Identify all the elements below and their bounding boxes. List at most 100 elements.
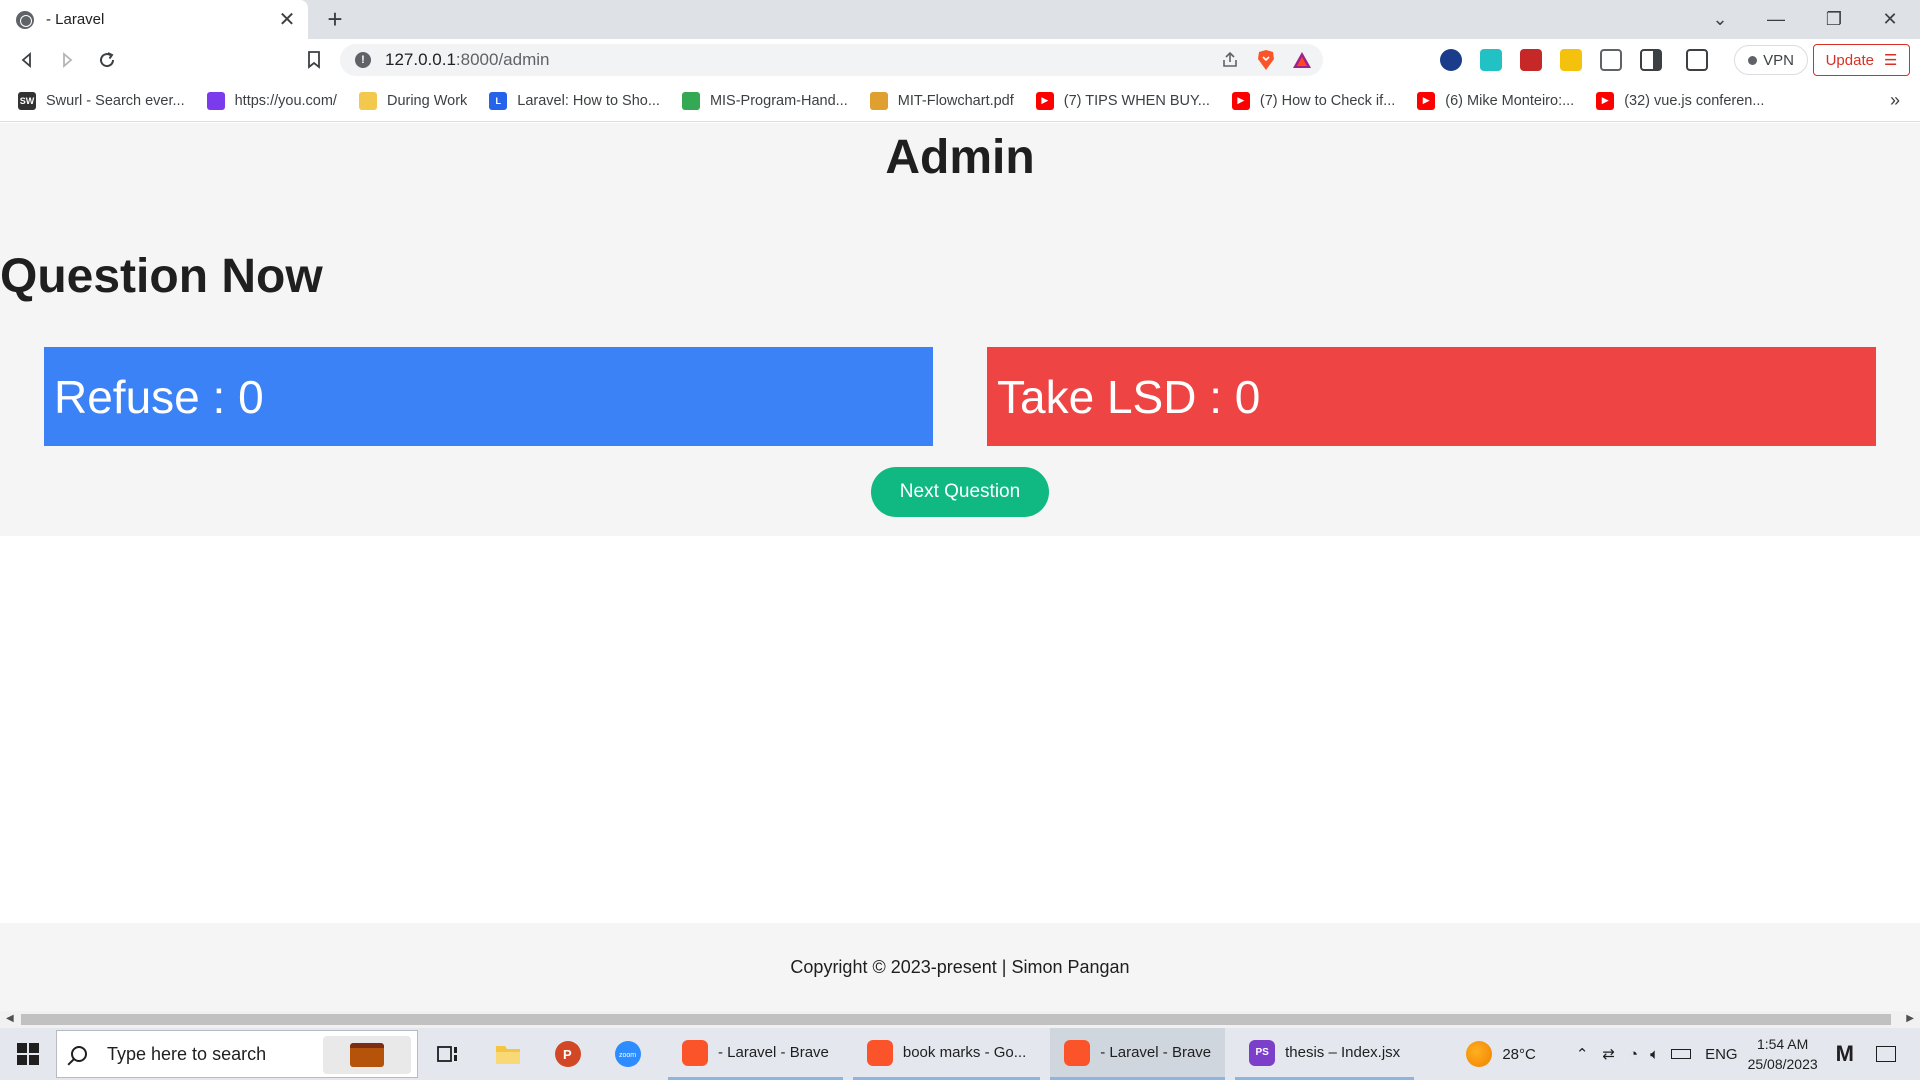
wallet-icon[interactable] xyxy=(1686,49,1708,71)
reload-button[interactable] xyxy=(90,43,124,77)
browser-tab-strip: - Laravel ✕ + ⌄ — ❐ ✕ xyxy=(0,0,1920,39)
vpn-button[interactable]: VPN xyxy=(1734,45,1808,75)
clock-date: 25/08/2023 xyxy=(1747,1056,1818,1072)
bookmark-page-button[interactable] xyxy=(297,43,331,77)
bookmark-item[interactable]: MIS-Program-Hand... xyxy=(681,91,848,110)
clock[interactable]: 1:54 AM 25/08/2023 xyxy=(1748,1034,1818,1074)
bookmark-item[interactable]: SW Swurl - Search ever... xyxy=(18,91,185,110)
bookmark-label: During Work xyxy=(386,92,468,109)
language-indicator[interactable]: ENG xyxy=(1705,1046,1738,1063)
new-tab-button[interactable]: + xyxy=(320,4,350,34)
globe-icon xyxy=(16,10,34,29)
bookmark-label: (6) Mike Monteiro:... xyxy=(1445,92,1575,109)
extension-chat-icon[interactable] xyxy=(1480,49,1502,71)
bookmark-item[interactable]: ▶ (7) TIPS WHEN BUY... xyxy=(1035,91,1210,110)
update-button[interactable]: Update ☰ xyxy=(1813,44,1910,76)
next-question-button[interactable]: Next Question xyxy=(871,467,1049,517)
question-heading: Question Now xyxy=(0,250,323,303)
you-com-icon xyxy=(206,91,225,110)
brave-rewards-icon[interactable] xyxy=(1287,45,1317,75)
bookmark-label: MIT-Flowchart.pdf xyxy=(897,92,1014,109)
weather-icon[interactable] xyxy=(1466,1041,1493,1067)
bookmark-label: Swurl - Search ever... xyxy=(46,92,185,109)
url-path: :8000/admin xyxy=(455,50,550,69)
brave-shields-icon[interactable] xyxy=(1251,45,1281,75)
show-hidden-icons-chevron-icon[interactable]: ⌃ xyxy=(1576,1045,1589,1063)
windows-taskbar: Type here to search P zoom - Laravel - B… xyxy=(0,1028,1920,1080)
taskbar-app-label: book marks - Go... xyxy=(902,1044,1027,1061)
minimize-icon[interactable]: — xyxy=(1748,0,1804,39)
bookmark-label: https://you.com/ xyxy=(234,92,337,109)
bookmark-item[interactable]: ▶ (6) Mike Monteiro:... xyxy=(1417,91,1575,110)
extension-heart-icon[interactable] xyxy=(1440,49,1462,71)
bookmark-item[interactable]: https://you.com/ xyxy=(206,91,337,110)
transfer-arrows-icon[interactable]: ⇄ xyxy=(1602,1045,1615,1063)
bookmark-item[interactable]: ▶ (7) How to Check if... xyxy=(1231,91,1395,110)
myasus-icon[interactable]: M xyxy=(1836,1041,1854,1067)
taskbar-app-label: thesis – Index.jsx xyxy=(1285,1044,1401,1061)
extension-docs-icon[interactable] xyxy=(1560,49,1582,71)
taskbar-app[interactable]: - Laravel - Brave xyxy=(668,1028,843,1080)
restore-icon[interactable]: ❐ xyxy=(1806,0,1862,39)
taskbar-search-placeholder: Type here to search xyxy=(107,1043,267,1064)
bookmark-item[interactable]: ▶ (32) vue.js conferen... xyxy=(1596,91,1764,110)
scroll-left-icon[interactable]: ◀ xyxy=(6,1013,14,1024)
volume-icon[interactable]: 🔈︎ xyxy=(1650,1046,1659,1063)
sidebar-toggle-icon[interactable] xyxy=(1640,49,1662,71)
site-info-icon[interactable]: ! xyxy=(355,52,371,68)
back-button[interactable] xyxy=(10,43,44,77)
youtube-icon: ▶ xyxy=(1035,91,1054,110)
share-icon[interactable] xyxy=(1215,45,1245,75)
file-explorer-icon[interactable] xyxy=(478,1028,538,1080)
bookmark-label: MIS-Program-Hand... xyxy=(709,92,848,109)
youtube-icon: ▶ xyxy=(1417,91,1436,110)
page-title: Admin xyxy=(885,131,1035,184)
wifi-icon[interactable]: ◔ xyxy=(1629,1046,1638,1063)
powerpoint-icon[interactable]: P xyxy=(538,1028,598,1080)
taskbar-app-label: - Laravel - Brave xyxy=(718,1044,829,1061)
tab-title: - Laravel xyxy=(46,11,105,28)
horizontal-scrollbar[interactable]: ◀ ▶ xyxy=(0,1011,1920,1028)
take-lsd-count-box: Take LSD : 0 xyxy=(987,347,1876,446)
forward-button[interactable] xyxy=(50,43,84,77)
taskbar-app[interactable]: book marks - Go... xyxy=(852,1028,1041,1080)
youtube-icon: ▶ xyxy=(1231,91,1250,110)
page-content: Admin Question Now Refuse : 0 Take LSD :… xyxy=(0,123,1920,1011)
window-close-icon[interactable]: ✕ xyxy=(1862,0,1918,39)
google-drive-icon xyxy=(681,91,700,110)
taskbar-app[interactable]: PS thesis – Index.jsx xyxy=(1235,1028,1415,1080)
taskbar-app[interactable]: - Laravel - Brave xyxy=(1050,1028,1226,1080)
task-view-icon[interactable] xyxy=(418,1028,478,1080)
bookmarks-overflow-icon[interactable]: » xyxy=(1890,90,1900,111)
bookmark-item[interactable]: MIT-Flowchart.pdf xyxy=(869,91,1014,110)
weather-temp[interactable]: 28°C xyxy=(1502,1046,1536,1063)
bookmark-item[interactable]: During Work xyxy=(358,91,468,110)
extensions-puzzle-icon[interactable] xyxy=(1600,49,1622,71)
vpn-status-dot xyxy=(1748,55,1758,65)
brave-icon xyxy=(1064,1039,1091,1066)
swurl-icon: SW xyxy=(18,91,36,110)
tab-search-chevron-icon[interactable]: ⌄ xyxy=(1692,0,1748,39)
zoom-icon[interactable]: zoom xyxy=(598,1028,658,1080)
notifications-icon[interactable] xyxy=(1876,1046,1896,1062)
scrollbar-thumb[interactable] xyxy=(21,1014,1891,1025)
url-text[interactable]: 127.0.0.1:8000/admin xyxy=(385,50,1215,70)
system-tray: 28°C ⌃ ⇄ ◔ 🔈︎ ENG 1:54 AM 25/08/2023 M xyxy=(1466,1028,1920,1080)
battery-icon[interactable] xyxy=(1671,1049,1692,1059)
tab-laravel[interactable]: - Laravel ✕ xyxy=(0,0,308,39)
svg-text:zoom: zoom xyxy=(619,1052,636,1059)
back-arrow-icon xyxy=(21,52,31,68)
folder-icon xyxy=(358,91,377,110)
page-footer: Copyright © 2023-present | Simon Pangan xyxy=(0,923,1920,1011)
bookmark-label: Laravel: How to Sho... xyxy=(517,92,660,109)
start-button[interactable] xyxy=(0,1028,56,1080)
scroll-right-icon[interactable]: ▶ xyxy=(1906,1013,1914,1024)
close-tab-icon[interactable]: ✕ xyxy=(272,7,302,32)
address-bar[interactable]: ! 127.0.0.1:8000/admin xyxy=(340,44,1323,76)
url-host: 127.0.0.1 xyxy=(385,50,456,69)
svg-text:P: P xyxy=(563,1047,572,1062)
extension-red-icon[interactable] xyxy=(1520,49,1542,71)
taskbar-search-box[interactable]: Type here to search xyxy=(56,1030,418,1078)
bookmark-item[interactable]: L Laravel: How to Sho... xyxy=(489,91,660,110)
search-highlight-briefcase-icon[interactable] xyxy=(323,1036,411,1074)
